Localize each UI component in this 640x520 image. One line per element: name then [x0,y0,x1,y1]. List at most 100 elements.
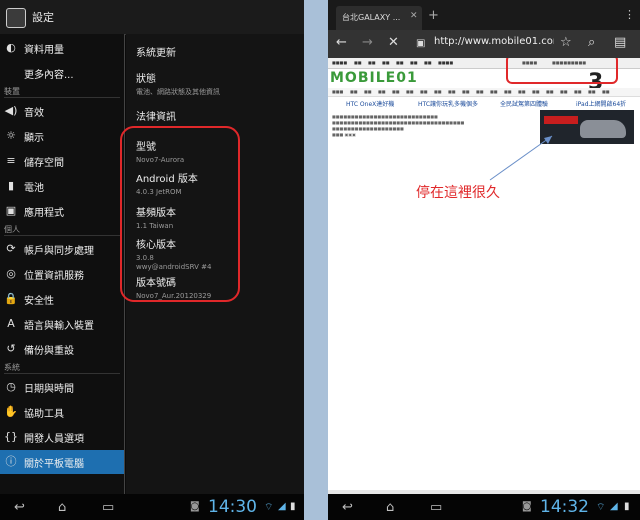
sidebar-item[interactable]: ▮ 電池 [0,174,124,198]
sidebar-item[interactable]: 更多內容... [0,61,124,85]
status-clock: 14:30 [208,497,257,517]
info-icon: ⓘ [5,455,17,468]
headline-link[interactable]: HTC OneX達好機 [346,99,394,108]
apps-icon: ▣ [5,204,17,217]
detail-row[interactable]: 狀態電池、網路狀態及其他資訊 [136,70,298,97]
lock-icon: 🔒 [4,292,18,305]
browser-tab[interactable]: 台北GALAXY ... ✕ [336,6,422,30]
sidebar-item[interactable]: A 語言與輸入裝置 [0,312,124,336]
tab-title: 台北GALAXY ... [342,13,401,22]
system-navbar: ↩ ⌂ ▭ ◙ 14:30 ⌔ ◢ ▮ [0,494,304,520]
sidebar-item-label: 更多內容... [24,70,74,81]
hand-icon: ✋ [4,405,18,418]
detail-row-title: 系統更新 [136,48,176,59]
highlight-box-login-area: ■■■■ ■■■■■■■■■ [506,58,618,84]
recent-apps-icon[interactable]: ▭ [102,500,114,515]
home-icon[interactable]: ⌂ [386,500,394,515]
sidebar-item[interactable]: ◎ 位置資訊服務 [0,262,124,286]
sidebar-item-label: 開發人員選項 [24,434,84,445]
annotation-text: 停在這裡很久 [416,185,500,201]
url-field[interactable]: http://www.mobile01.com/ [434,36,554,47]
detail-row-title: 狀態 [136,74,156,85]
settings-app-icon [6,8,26,28]
search-icon[interactable]: ⌕ [588,35,595,50]
site-category-menu: ■■■ ■■ ■■ ■■ ■■ ■■ ■■ ■■ ■■ ■■ ■■ ■■ ■■ ■■ ■■ ■■ ■■ ■■ ■■ ■… [328,88,640,97]
developer-icon: {} [4,430,18,443]
browser-screen: 台北GALAXY ... ✕ + ⋮ ← → ✕ ▣ http://www.mo… [328,0,640,520]
bookmarks-icon[interactable]: ▤ [614,35,626,50]
headline-link[interactable]: HTC讓你玩乳多機個多 [418,99,478,108]
sidebar-item-label: 備份與重設 [24,346,74,357]
sidebar-item[interactable]: ◀) 音效 [0,99,124,123]
bookmark-star-icon[interactable]: ☆ [560,35,572,50]
recent-apps-icon[interactable]: ▭ [430,500,442,515]
storage-icon: ≡ [6,154,16,167]
sidebar-item[interactable]: ⓘ 關於平板電腦 [0,450,124,474]
sidebar-item[interactable]: ☼ 顯示 [0,124,124,148]
sidebar-item-label: 語言與輸入裝置 [24,321,94,332]
signal-icon: ◢ [278,501,286,512]
back-arrow-icon[interactable]: ← [336,35,347,50]
detail-row[interactable]: 法律資訊 [136,108,298,123]
detail-row-title: 法律資訊 [136,112,176,123]
headline-links: HTC OneX達好機 HTC讓你玩乳多機個多 全民試駕第四體驗 iPad上網開啟64… [328,98,640,108]
sidebar-section-header: 系統 [4,362,120,374]
forward-arrow-icon[interactable]: → [362,35,373,50]
sound-icon: ◀) [4,104,18,117]
sidebar-item[interactable]: ◐ 資料用量 [0,36,124,60]
sidebar-item-label: 應用程式 [24,208,64,219]
sidebar-item[interactable]: ↺ 備份與重設 [0,337,124,361]
browser-tabbar: 台北GALAXY ... ✕ + ⋮ [328,0,640,30]
home-icon[interactable]: ⌂ [58,500,66,515]
back-icon[interactable]: ↩ [14,500,25,515]
headline-link[interactable]: iPad上網開啟64折 [576,99,626,108]
sidebar-item-label: 帳戶與同步處理 [24,246,94,257]
car-image [580,120,626,138]
sidebar-item-label: 協助工具 [24,409,64,420]
sidebar-item-label: 電池 [24,183,44,194]
sidebar-item[interactable]: {} 開發人員選項 [0,425,124,449]
back-icon[interactable]: ↩ [342,500,353,515]
sidebar-item-label: 位置資訊服務 [24,271,84,282]
sidebar-item-label: 安全性 [24,296,54,307]
detail-row-value: 電池、網路狀態及其他資訊 [136,88,220,96]
site-logo[interactable]: MOBILE01 [330,70,418,86]
menu-icon[interactable]: ⋮ [624,8,635,21]
sidebar-item[interactable]: ✋ 協助工具 [0,400,124,424]
new-tab-icon[interactable]: + [428,8,439,23]
camera-notification-icon: ◙ [190,501,200,512]
wifi-icon: ⌔ [596,502,606,513]
sidebar-item[interactable]: ⟳ 帳戶與同步處理 [0,237,124,261]
annotation-arrow [489,135,553,181]
status-clock: 14:32 [540,497,589,517]
site-favicon-icon: ▣ [416,38,426,49]
backup-icon: ↺ [6,342,16,355]
detail-row[interactable]: 系統更新 [136,44,298,59]
sidebar-item-label: 資料用量 [24,45,64,56]
settings-screen: 設定 ◐ 資料用量更多內容... 裝置 ◀) 音效 ☼ 顯示 ≡ 儲存空間 ▮ 電池 ▣ 應用程式個人 ⟳… [0,0,304,520]
sidebar-section-header: 個人 [4,224,120,236]
battery-status-icon: ▮ [290,501,296,512]
sidebar-item-label: 音效 [24,108,44,119]
battery-status-icon: ▮ [624,501,630,512]
stop-icon[interactable]: ✕ [388,35,399,50]
camera-notification-icon: ◙ [522,501,532,512]
headline-link[interactable]: 全民試駕第四體驗 [500,99,548,108]
sidebar-item[interactable]: ≡ 儲存空間 [0,149,124,173]
wifi-icon: ⌔ [264,502,274,513]
sidebar-section-header: 裝置 [4,86,120,98]
sidebar-item-label: 關於平板電腦 [24,459,84,470]
sidebar-item-label: 顯示 [24,133,44,144]
sidebar-item[interactable]: 🔒 安全性 [0,287,124,311]
clock-icon: ◷ [6,380,16,393]
data-usage-icon: ◐ [6,41,16,54]
sidebar-item[interactable]: ▣ 應用程式 [0,199,124,223]
sidebar-item[interactable]: ◷ 日期與時間 [0,375,124,399]
location-icon: ◎ [6,267,16,280]
system-navbar-right: ↩ ⌂ ▭ ◙ 14:32 ⌔ ◢ ▮ [328,494,640,520]
settings-sidebar: ◐ 資料用量更多內容... 裝置 ◀) 音效 ☼ 顯示 ≡ 儲存空間 ▮ 電池 ▣ 應用程式個人 ⟳ 帳戶與… [0,34,124,494]
battery-icon: ▮ [7,179,15,192]
settings-header: 設定 [0,0,304,35]
tab-close-icon[interactable]: ✕ [410,11,418,21]
sidebar-item-label: 日期與時間 [24,384,74,395]
